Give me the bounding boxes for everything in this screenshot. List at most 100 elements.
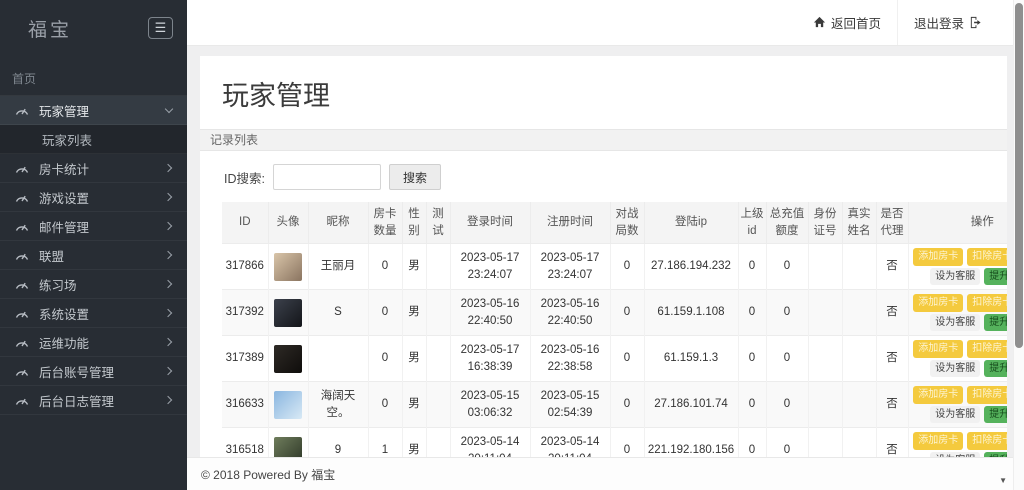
promote-agent-button[interactable]: 提升代理 — [984, 360, 1007, 378]
chevron-right-icon — [165, 280, 173, 288]
id-search-input[interactable] — [273, 164, 381, 190]
chevron-down-icon — [165, 106, 173, 114]
cell-parent-id: 0 — [738, 428, 766, 457]
sidebar-item-admin-logs[interactable]: 后台日志管理 — [0, 386, 187, 415]
col-header-nickname: 昵称 — [308, 202, 368, 244]
cell-login-ip: 27.186.194.232 — [644, 244, 738, 290]
col-header-test: 测 试 — [426, 202, 450, 244]
content-area: 玩家管理 记录列表 ID搜索: 搜索 ID 头像 昵称 房卡 数量 性 别 — [187, 46, 1024, 457]
sidebar-item-system-settings[interactable]: 系统设置 — [0, 299, 187, 328]
cell-nickname: 王丽月 — [308, 244, 368, 290]
deduct-roomcard-button[interactable]: 扣除房卡 — [967, 432, 1007, 450]
cell-actions: 添加房卡扣除房卡测试设为客服提升代理 — [908, 382, 1007, 428]
deduct-roomcard-button[interactable]: 扣除房卡 — [967, 340, 1007, 358]
record-list-header: 记录列表 — [200, 129, 1007, 151]
cell-login-ip: 27.186.101.74 — [644, 382, 738, 428]
cell-actions: 添加房卡扣除房卡测试设为客服提升代理 — [908, 428, 1007, 457]
sidebar-item-alliance[interactable]: 联盟 — [0, 241, 187, 270]
logout-icon — [969, 16, 982, 29]
id-search-label: ID搜索: — [224, 168, 265, 187]
add-roomcard-button[interactable]: 添加房卡 — [913, 432, 963, 450]
sidebar-item-practice-field[interactable]: 练习场 — [0, 270, 187, 299]
cell-avatar — [268, 244, 308, 290]
cell-id-card — [808, 244, 842, 290]
sidebar-item-mail-manage[interactable]: 邮件管理 — [0, 212, 187, 241]
col-header-register-time: 注册时间 — [530, 202, 610, 244]
cell-test — [426, 382, 450, 428]
col-header-parent-id: 上级 id — [738, 202, 766, 244]
cell-real-name — [842, 382, 876, 428]
add-roomcard-button[interactable]: 添加房卡 — [913, 340, 963, 358]
cell-nickname — [308, 336, 368, 382]
col-header-real-name: 真实 姓名 — [842, 202, 876, 244]
cell-real-name — [842, 336, 876, 382]
deduct-roomcard-button[interactable]: 扣除房卡 — [967, 248, 1007, 266]
sidebar-item-player-manage[interactable]: 玩家管理 — [0, 96, 187, 125]
set-service-button[interactable]: 设为客服 — [930, 406, 980, 424]
hamburger-menu-icon[interactable]: ☰ — [148, 17, 173, 39]
cell-battles: 0 — [610, 382, 644, 428]
gauge-icon — [14, 365, 30, 377]
cell-recharge: 0 — [766, 382, 808, 428]
add-roomcard-button[interactable]: 添加房卡 — [913, 248, 963, 266]
cell-parent-id: 0 — [738, 336, 766, 382]
logout-link[interactable]: 退出登录 — [897, 0, 998, 45]
chevron-right-icon — [165, 367, 173, 375]
sidebar-item-admin-accounts[interactable]: 后台账号管理 — [0, 357, 187, 386]
col-header-actions: 操作 — [908, 202, 1007, 244]
add-roomcard-button[interactable]: 添加房卡 — [913, 386, 963, 404]
sidebar: 福宝 ☰ 首页 玩家管理 玩家列表 房卡统计 游戏设置 — [0, 0, 187, 490]
cell-id: 317392 — [222, 290, 268, 336]
scroll-down-arrow-icon[interactable]: ▼ — [999, 476, 1007, 485]
promote-agent-button[interactable]: 提升代理 — [984, 268, 1007, 286]
set-service-button[interactable]: 设为客服 — [930, 360, 980, 378]
promote-agent-button[interactable]: 提升代理 — [984, 314, 1007, 332]
sidebar-item-game-settings[interactable]: 游戏设置 — [0, 183, 187, 212]
col-header-battles: 对战 局数 — [610, 202, 644, 244]
avatar — [274, 391, 302, 419]
search-button[interactable]: 搜索 — [389, 164, 441, 190]
cell-avatar — [268, 382, 308, 428]
sidebar-item-ops-functions[interactable]: 运维功能 — [0, 328, 187, 357]
cell-is-agent: 否 — [876, 244, 908, 290]
back-home-label: 返回首页 — [831, 13, 881, 32]
cell-register-time: 2023-05-17 23:24:07 — [530, 244, 610, 290]
cell-recharge: 0 — [766, 336, 808, 382]
chevron-right-icon — [165, 164, 173, 172]
table-header-row: ID 头像 昵称 房卡 数量 性 别 测 试 登录时间 注册时间 对战 局数 登… — [222, 202, 1007, 244]
table-row: 317392 S 0 男 2023-05-16 22:40:50 2023-05… — [222, 290, 1007, 336]
cell-battles: 0 — [610, 336, 644, 382]
set-service-button[interactable]: 设为客服 — [930, 268, 980, 286]
sidebar-item-label: 运维功能 — [39, 333, 89, 352]
cell-register-time: 2023-05-16 22:38:58 — [530, 336, 610, 382]
cell-nickname: 海阔天空。 — [308, 382, 368, 428]
gauge-icon — [14, 104, 30, 116]
cell-login-ip: 61.159.1.3 — [644, 336, 738, 382]
deduct-roomcard-button[interactable]: 扣除房卡 — [967, 294, 1007, 312]
set-service-button[interactable]: 设为客服 — [930, 314, 980, 332]
back-home-link[interactable]: 返回首页 — [797, 0, 897, 45]
cell-roomcards: 1 — [368, 428, 402, 457]
logout-label: 退出登录 — [914, 13, 964, 32]
col-header-is-agent: 是否 代理 — [876, 202, 908, 244]
deduct-roomcard-button[interactable]: 扣除房卡 — [967, 386, 1007, 404]
sidebar-item-label: 房卡统计 — [39, 159, 89, 178]
col-header-login-ip: 登陆ip — [644, 202, 738, 244]
avatar — [274, 437, 302, 457]
cell-actions: 添加房卡扣除房卡测试设为客服提升代理 — [908, 336, 1007, 382]
col-header-gender: 性 别 — [402, 202, 426, 244]
add-roomcard-button[interactable]: 添加房卡 — [913, 294, 963, 312]
vertical-scrollbar[interactable] — [1013, 0, 1024, 490]
sidebar-item-roomcard-stats[interactable]: 房卡统计 — [0, 154, 187, 183]
avatar — [274, 253, 302, 281]
cell-id-card — [808, 428, 842, 457]
sidebar-header: 福宝 ☰ — [0, 0, 187, 56]
cell-id: 316518 — [222, 428, 268, 457]
promote-agent-button[interactable]: 提升代理 — [984, 406, 1007, 424]
scrollbar-thumb[interactable] — [1015, 3, 1023, 348]
chevron-right-icon — [165, 338, 173, 346]
sidebar-section-home[interactable]: 首页 — [0, 56, 187, 95]
chevron-right-icon — [165, 222, 173, 230]
sidebar-subitem[interactable]: 玩家列表 — [0, 125, 187, 154]
cell-login-time: 2023-05-17 16:38:39 — [450, 336, 530, 382]
